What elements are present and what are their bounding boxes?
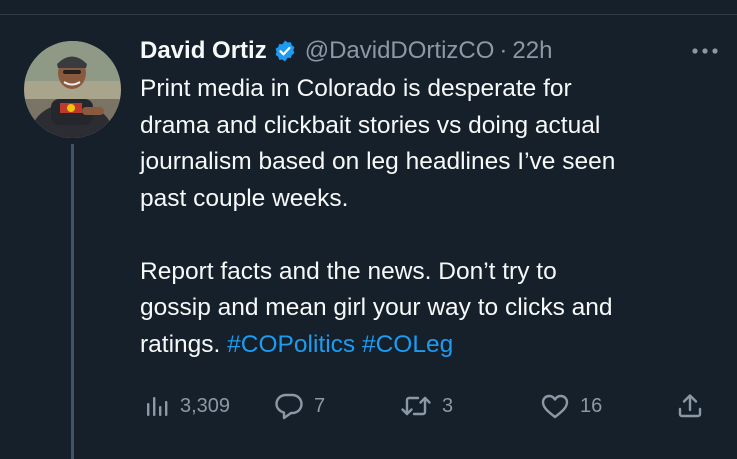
hashtag-separator <box>355 331 362 358</box>
views-button[interactable]: 3,309 <box>144 388 230 424</box>
tweet-line: Report facts and the news. Don’t try to <box>140 257 557 285</box>
share-button[interactable] <box>676 388 704 424</box>
share-icon <box>676 392 704 420</box>
reply-button[interactable]: 7 <box>274 388 325 424</box>
author-handle[interactable]: @DavidDOrtizCO <box>305 37 495 65</box>
tweet-line: gossip and mean girl your way to clicks … <box>140 294 613 321</box>
tweet-header: David Ortiz @DavidDOrtizCO · 22h <box>140 33 552 69</box>
tweet-text-fragment: ratings. <box>140 330 228 358</box>
retweet-icon <box>400 393 432 419</box>
tweet-line: ratings. #COPolitics #COLeg <box>140 327 730 364</box>
retweet-count: 3 <box>442 394 454 417</box>
more-dots-icon[interactable] <box>690 44 720 56</box>
like-button[interactable]: 16 <box>540 388 602 424</box>
author-name[interactable]: David Ortiz <box>140 37 267 65</box>
verified-badge-icon <box>273 39 297 63</box>
like-count: 16 <box>580 394 603 417</box>
heart-icon <box>540 392 570 420</box>
top-divider <box>0 14 737 15</box>
views-count: 3,309 <box>180 394 231 417</box>
avatar[interactable] <box>24 41 121 138</box>
separator-dot: · <box>499 37 508 64</box>
timestamp[interactable]: 22h <box>512 37 552 65</box>
analytics-icon <box>144 393 170 419</box>
hashtag-link-coleg[interactable]: #COLeg <box>362 331 453 358</box>
hashtag-link-copolitics[interactable]: #COPolitics <box>227 331 355 358</box>
tweet-line: past couple weeks. <box>140 184 349 212</box>
tweet-line: Print media in Colorado is desperate for <box>140 75 572 102</box>
reply-icon <box>274 392 304 420</box>
retweet-button[interactable]: 3 <box>400 388 453 424</box>
tweet-body: Print media in Colorado is desperate for… <box>140 71 730 363</box>
tweet-line: journalism based on leg headlines I’ve s… <box>140 148 616 175</box>
reply-count: 7 <box>314 394 326 417</box>
tweet-line: drama and clickbait stories vs doing act… <box>140 111 601 139</box>
thread-line <box>71 144 74 459</box>
